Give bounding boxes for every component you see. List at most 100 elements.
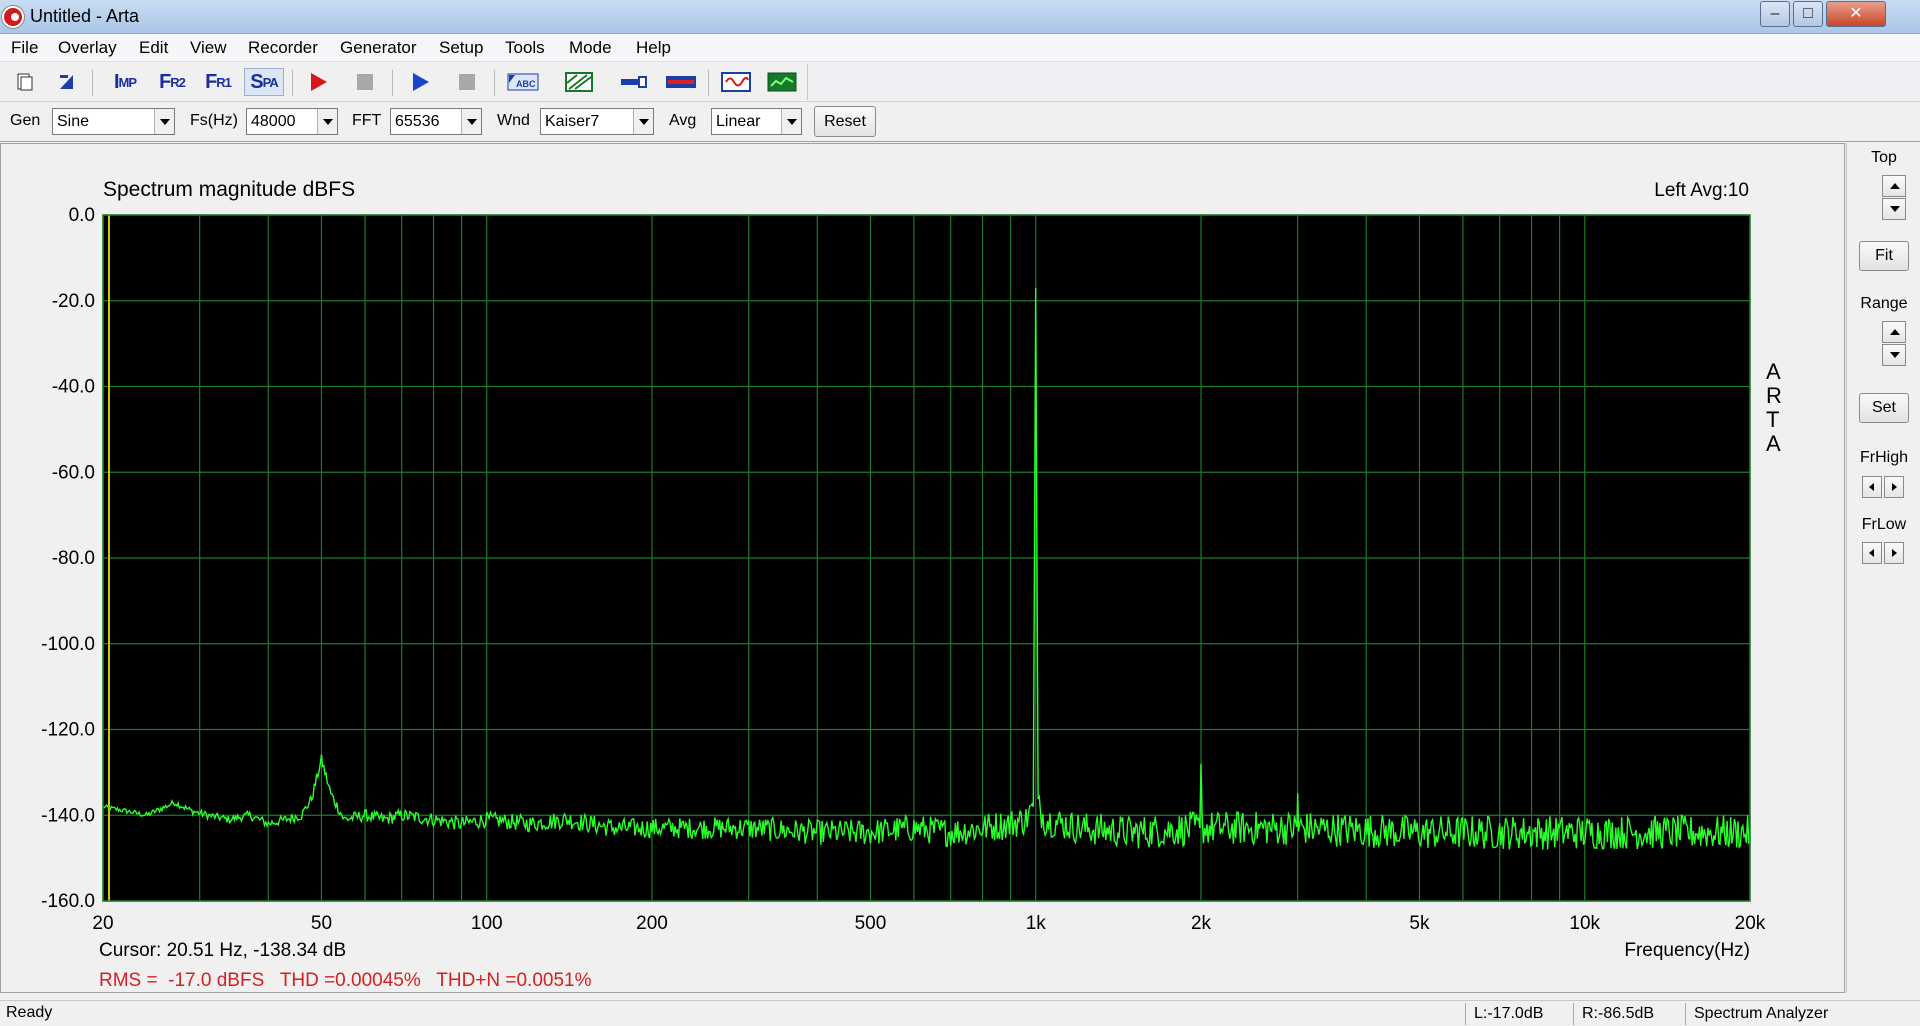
menu-overlay[interactable]: Overlay — [58, 38, 117, 58]
maximize-button[interactable]: □ — [1793, 1, 1823, 27]
menu-setup[interactable]: Setup — [439, 38, 483, 58]
menu-file[interactable]: File — [11, 38, 38, 58]
fr1-label-big: F — [205, 70, 217, 93]
toolbar-separator — [392, 70, 393, 96]
range-label: Range — [1860, 295, 1908, 312]
x-tick-label: 2k — [1191, 913, 1212, 934]
probe-icon — [621, 76, 647, 88]
y-tick-label: -100.0 — [41, 634, 95, 655]
spectrum-view-button[interactable] — [766, 68, 798, 96]
arta-app-icon — [2, 6, 24, 28]
menu-tools[interactable]: Tools — [505, 38, 545, 58]
x-axis-label: Frequency(Hz) — [1624, 940, 1750, 961]
spa-label-big: S — [250, 70, 263, 93]
chevron-down-icon[interactable] — [154, 109, 174, 134]
grid-view-button[interactable] — [564, 68, 594, 96]
chevron-down-icon[interactable] — [461, 109, 481, 134]
status-bar: Ready L:-17.0dB R:-86.5dB Spectrum Analy… — [0, 1000, 1920, 1026]
status-left-level: L:-17.0dB — [1465, 1003, 1575, 1025]
avg-label: Avg — [669, 112, 697, 129]
status-mode: Spectrum Analyzer — [1685, 1003, 1915, 1025]
calibration-button[interactable] — [618, 68, 650, 96]
toolbar-separator — [708, 70, 709, 96]
menu-generator[interactable]: Generator — [340, 38, 417, 58]
toolbar-separator — [92, 70, 93, 96]
fs-select[interactable]: 48000 — [246, 108, 338, 135]
frhigh-right-button[interactable] — [1884, 476, 1904, 498]
wnd-value: Kaiser7 — [545, 113, 600, 130]
x-tick-label: 1k — [1026, 913, 1047, 934]
fft-select[interactable]: 65536 — [390, 108, 482, 135]
spa-label-small: PA — [262, 74, 279, 90]
gen-select[interactable]: Sine — [52, 108, 175, 135]
top-up-button[interactable] — [1882, 175, 1906, 197]
spa-mode-button[interactable]: S PA — [244, 68, 284, 96]
chevron-down-icon[interactable] — [317, 109, 337, 134]
chevron-down-icon[interactable] — [633, 109, 653, 134]
top-label: Top — [1871, 149, 1897, 166]
x-tick-label: 200 — [636, 913, 668, 934]
menu-help[interactable]: Help — [636, 38, 671, 58]
minimize-button[interactable]: – — [1760, 1, 1790, 27]
fs-value: 48000 — [251, 113, 296, 130]
frlow-label: FrLow — [1861, 516, 1907, 533]
menu-edit[interactable]: Edit — [139, 38, 168, 58]
open-arrow-icon — [60, 75, 73, 89]
level-meter-button[interactable] — [664, 68, 698, 96]
level-bars-icon — [666, 76, 696, 88]
channel-avg-readout: Left Avg:10 — [1654, 180, 1749, 201]
y-tick-label: -120.0 — [41, 720, 95, 741]
frhigh-left-button[interactable] — [1862, 476, 1882, 498]
oscilloscope-button[interactable] — [720, 68, 752, 96]
new-document-icon — [17, 73, 33, 91]
menu-recorder[interactable]: Recorder — [248, 38, 318, 58]
generator-start-button[interactable] — [408, 68, 434, 96]
fr2-mode-button[interactable]: F R2 — [154, 68, 190, 96]
y-tick-label: -160.0 — [41, 891, 95, 912]
close-button[interactable]: ✕ — [1826, 1, 1886, 27]
gen-value: Sine — [57, 113, 90, 130]
watermark-letter: A — [1766, 431, 1781, 456]
spectrum-chart[interactable]: Spectrum magnitude dBFS Left Avg:10 0.0 -… — [1, 144, 1846, 994]
y-tick-label: -20.0 — [52, 291, 95, 312]
avg-select[interactable]: Linear — [711, 108, 802, 135]
fit-button[interactable]: Fit — [1859, 241, 1909, 271]
y-tick-label: 0.0 — [69, 205, 95, 226]
open-file-button[interactable] — [54, 68, 80, 96]
toolbar-separator — [494, 70, 495, 96]
watermark-letter: R — [1766, 383, 1782, 408]
new-file-button[interactable] — [12, 68, 38, 96]
title-bar: Untitled - Arta – □ ✕ — [0, 0, 1920, 34]
y-tick-label: -80.0 — [52, 548, 95, 569]
measurement-controls: Gen Sine Fs(Hz) 48000 FFT 65536 Wnd Kais… — [0, 102, 1920, 142]
chevron-down-icon[interactable] — [781, 109, 801, 134]
fr2-label-big: F — [159, 70, 171, 93]
avg-value: Linear — [716, 113, 761, 130]
edit-notes-button[interactable]: ABC — [506, 68, 540, 96]
impulse-mode-button[interactable]: I MP — [106, 68, 144, 96]
range-down-button[interactable] — [1882, 344, 1906, 366]
y-axis-ticks: 0.0 -20.0 -40.0 -60.0 -80.0 -100.0 -120.0 -140.… — [41, 205, 95, 912]
generator-stop-button[interactable] — [454, 68, 480, 96]
record-stop-button[interactable] — [352, 68, 378, 96]
top-down-button[interactable] — [1882, 198, 1906, 220]
toolbar-separator — [292, 70, 293, 96]
frhigh-label: FrHigh — [1859, 449, 1908, 466]
fft-value: 65536 — [395, 113, 440, 130]
play-red-icon — [311, 73, 327, 91]
range-up-button[interactable] — [1882, 321, 1906, 343]
record-start-button[interactable] — [306, 68, 332, 96]
fr1-mode-button[interactable]: F R1 — [200, 68, 236, 96]
status-ready: Ready — [6, 1004, 53, 1021]
fr1-label-small: R1 — [216, 74, 232, 90]
sine-wave-icon — [721, 72, 751, 92]
menu-mode[interactable]: Mode — [569, 38, 612, 58]
menu-view[interactable]: View — [190, 38, 227, 58]
stop-icon — [357, 74, 373, 90]
frlow-right-button[interactable] — [1884, 542, 1904, 564]
set-button[interactable]: Set — [1859, 393, 1909, 423]
reset-button[interactable]: Reset — [814, 106, 876, 137]
menu-bar: File Overlay Edit View Recorder Generato… — [0, 34, 1920, 62]
frlow-left-button[interactable] — [1862, 542, 1882, 564]
window-select[interactable]: Kaiser7 — [540, 108, 654, 135]
